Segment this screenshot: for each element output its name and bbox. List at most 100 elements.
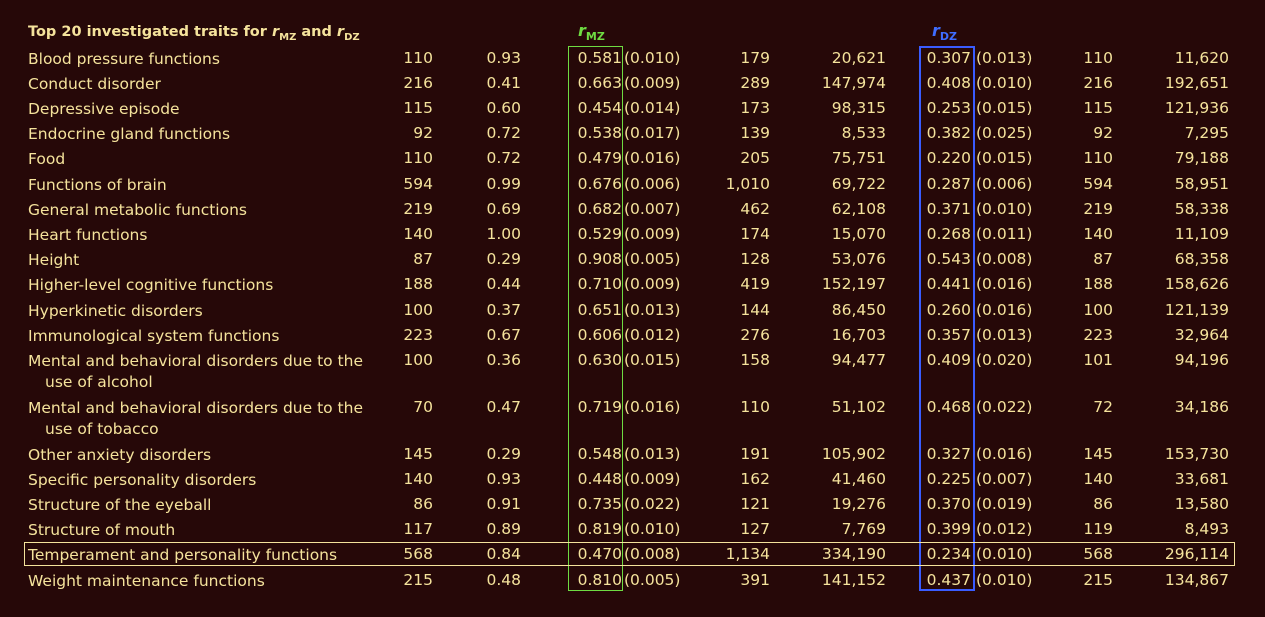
p-value-cell: 0.37	[486, 301, 521, 319]
p-value-cell: 0.72	[486, 149, 521, 167]
trait-name-cell: General metabolic functions	[28, 201, 247, 219]
dz-count-cell: 87	[1093, 250, 1113, 268]
sample-size-cell: 15,070	[831, 225, 886, 243]
dz-sample-cell: 134,867	[1164, 571, 1229, 589]
sample-size-cell: 141,152	[821, 571, 886, 589]
rmz-se-cell: (0.009)	[624, 275, 681, 293]
pairs-cell: 144	[740, 301, 770, 319]
sample-size-cell: 41,460	[831, 470, 886, 488]
p-value-cell: 0.89	[486, 520, 521, 538]
column-header-rdz: rDZ	[932, 21, 957, 43]
sample-size-cell: 53,076	[831, 250, 886, 268]
row-count-cell: 100	[403, 301, 433, 319]
row-count-cell: 223	[403, 326, 433, 344]
rmz-se-cell: (0.017)	[624, 124, 681, 142]
p-value-cell: 0.47	[486, 398, 521, 416]
dz-count-cell: 119	[1083, 520, 1113, 538]
row-count-cell: 140	[403, 225, 433, 243]
rmz-se-cell: (0.016)	[624, 398, 681, 416]
dz-sample-cell: 68,358	[1174, 250, 1229, 268]
pairs-cell: 158	[740, 351, 770, 369]
trait-name-cell: Structure of mouth	[28, 521, 176, 539]
dz-sample-cell: 11,109	[1174, 225, 1229, 243]
trait-name-cell: Structure of the eyeball	[28, 496, 212, 514]
p-value-cell: 0.60	[486, 99, 521, 117]
rdz-se-cell: (0.016)	[976, 445, 1033, 463]
rdz-se-cell: (0.008)	[976, 250, 1033, 268]
pairs-cell: 191	[740, 445, 770, 463]
rmz-se-cell: (0.016)	[624, 149, 681, 167]
trait-name-cell: Specific personality disorders	[28, 471, 257, 489]
rmz-se-cell: (0.013)	[624, 445, 681, 463]
p-value-cell: 0.44	[486, 275, 521, 293]
sample-size-cell: 105,902	[821, 445, 886, 463]
pairs-cell: 1,010	[725, 175, 770, 193]
pairs-cell: 162	[740, 470, 770, 488]
row-count-cell: 86	[413, 495, 433, 513]
dz-count-cell: 594	[1083, 175, 1113, 193]
dz-count-cell: 215	[1083, 571, 1113, 589]
dz-sample-cell: 8,493	[1184, 520, 1229, 538]
dz-count-cell: 72	[1093, 398, 1113, 416]
p-value-cell: 0.69	[486, 200, 521, 218]
rdz-se-cell: (0.011)	[976, 225, 1033, 243]
dz-count-cell: 140	[1083, 225, 1113, 243]
rmz-se-cell: (0.009)	[624, 74, 681, 92]
rdz-se-cell: (0.006)	[976, 175, 1033, 193]
rdz-se-cell: (0.016)	[976, 275, 1033, 293]
p-value-cell: 0.29	[486, 445, 521, 463]
dz-count-cell: 86	[1093, 495, 1113, 513]
rdz-se-cell: (0.015)	[976, 99, 1033, 117]
rmz-se-cell: (0.005)	[624, 571, 681, 589]
row-count-cell: 115	[403, 99, 433, 117]
p-value-cell: 0.93	[486, 470, 521, 488]
row-count-cell: 215	[403, 571, 433, 589]
rmz-se-cell: (0.006)	[624, 175, 681, 193]
dz-count-cell: 115	[1083, 99, 1113, 117]
dz-count-cell: 100	[1083, 301, 1113, 319]
rmz-se-cell: (0.010)	[624, 520, 681, 538]
sample-size-cell: 16,703	[831, 326, 886, 344]
dz-sample-cell: 32,964	[1174, 326, 1229, 344]
dz-sample-cell: 34,186	[1174, 398, 1229, 416]
title-r-dz-sub: DZ	[344, 32, 360, 43]
trait-name-cell: Functions of brain	[28, 176, 167, 194]
row-count-cell: 188	[403, 275, 433, 293]
trait-name-cell: Food	[28, 150, 66, 168]
title-prefix: Top 20 investigated traits for	[28, 24, 272, 40]
p-value-cell: 0.72	[486, 124, 521, 142]
p-value-cell: 0.93	[486, 49, 521, 67]
rmz-se-cell: (0.007)	[624, 200, 681, 218]
rdz-se-cell: (0.007)	[976, 470, 1033, 488]
highlighted-row-frame	[24, 542, 1235, 566]
trait-name-cell: Hyperkinetic disorders	[28, 302, 203, 320]
rdz-column-highlight	[919, 46, 975, 591]
sample-size-cell: 7,769	[841, 520, 886, 538]
title-r-dz: r	[336, 24, 345, 40]
dz-sample-cell: 33,681	[1174, 470, 1229, 488]
p-value-cell: 0.36	[486, 351, 521, 369]
p-value-cell: 0.48	[486, 571, 521, 589]
p-value-cell: 0.41	[486, 74, 521, 92]
rdz-se-cell: (0.019)	[976, 495, 1033, 513]
dz-count-cell: 101	[1083, 351, 1113, 369]
dz-sample-cell: 94,196	[1174, 351, 1229, 369]
dz-sample-cell: 58,951	[1174, 175, 1229, 193]
sample-size-cell: 20,621	[831, 49, 886, 67]
trait-name-cell: Mental and behavioral disorders due to t…	[28, 352, 363, 391]
pairs-cell: 289	[740, 74, 770, 92]
dz-sample-cell: 153,730	[1164, 445, 1229, 463]
pairs-cell: 139	[740, 124, 770, 142]
rmz-se-cell: (0.013)	[624, 301, 681, 319]
pairs-cell: 128	[740, 250, 770, 268]
rdz-se-cell: (0.012)	[976, 520, 1033, 538]
sample-size-cell: 62,108	[831, 200, 886, 218]
trait-name-cell: Mental and behavioral disorders due to t…	[28, 399, 363, 438]
dz-count-cell: 219	[1083, 200, 1113, 218]
row-count-cell: 110	[403, 49, 433, 67]
sample-size-cell: 147,974	[821, 74, 886, 92]
rmz-se-cell: (0.022)	[624, 495, 681, 513]
pairs-cell: 205	[740, 149, 770, 167]
column-header-rmz: rMZ	[578, 21, 605, 43]
sample-size-cell: 75,751	[831, 149, 886, 167]
